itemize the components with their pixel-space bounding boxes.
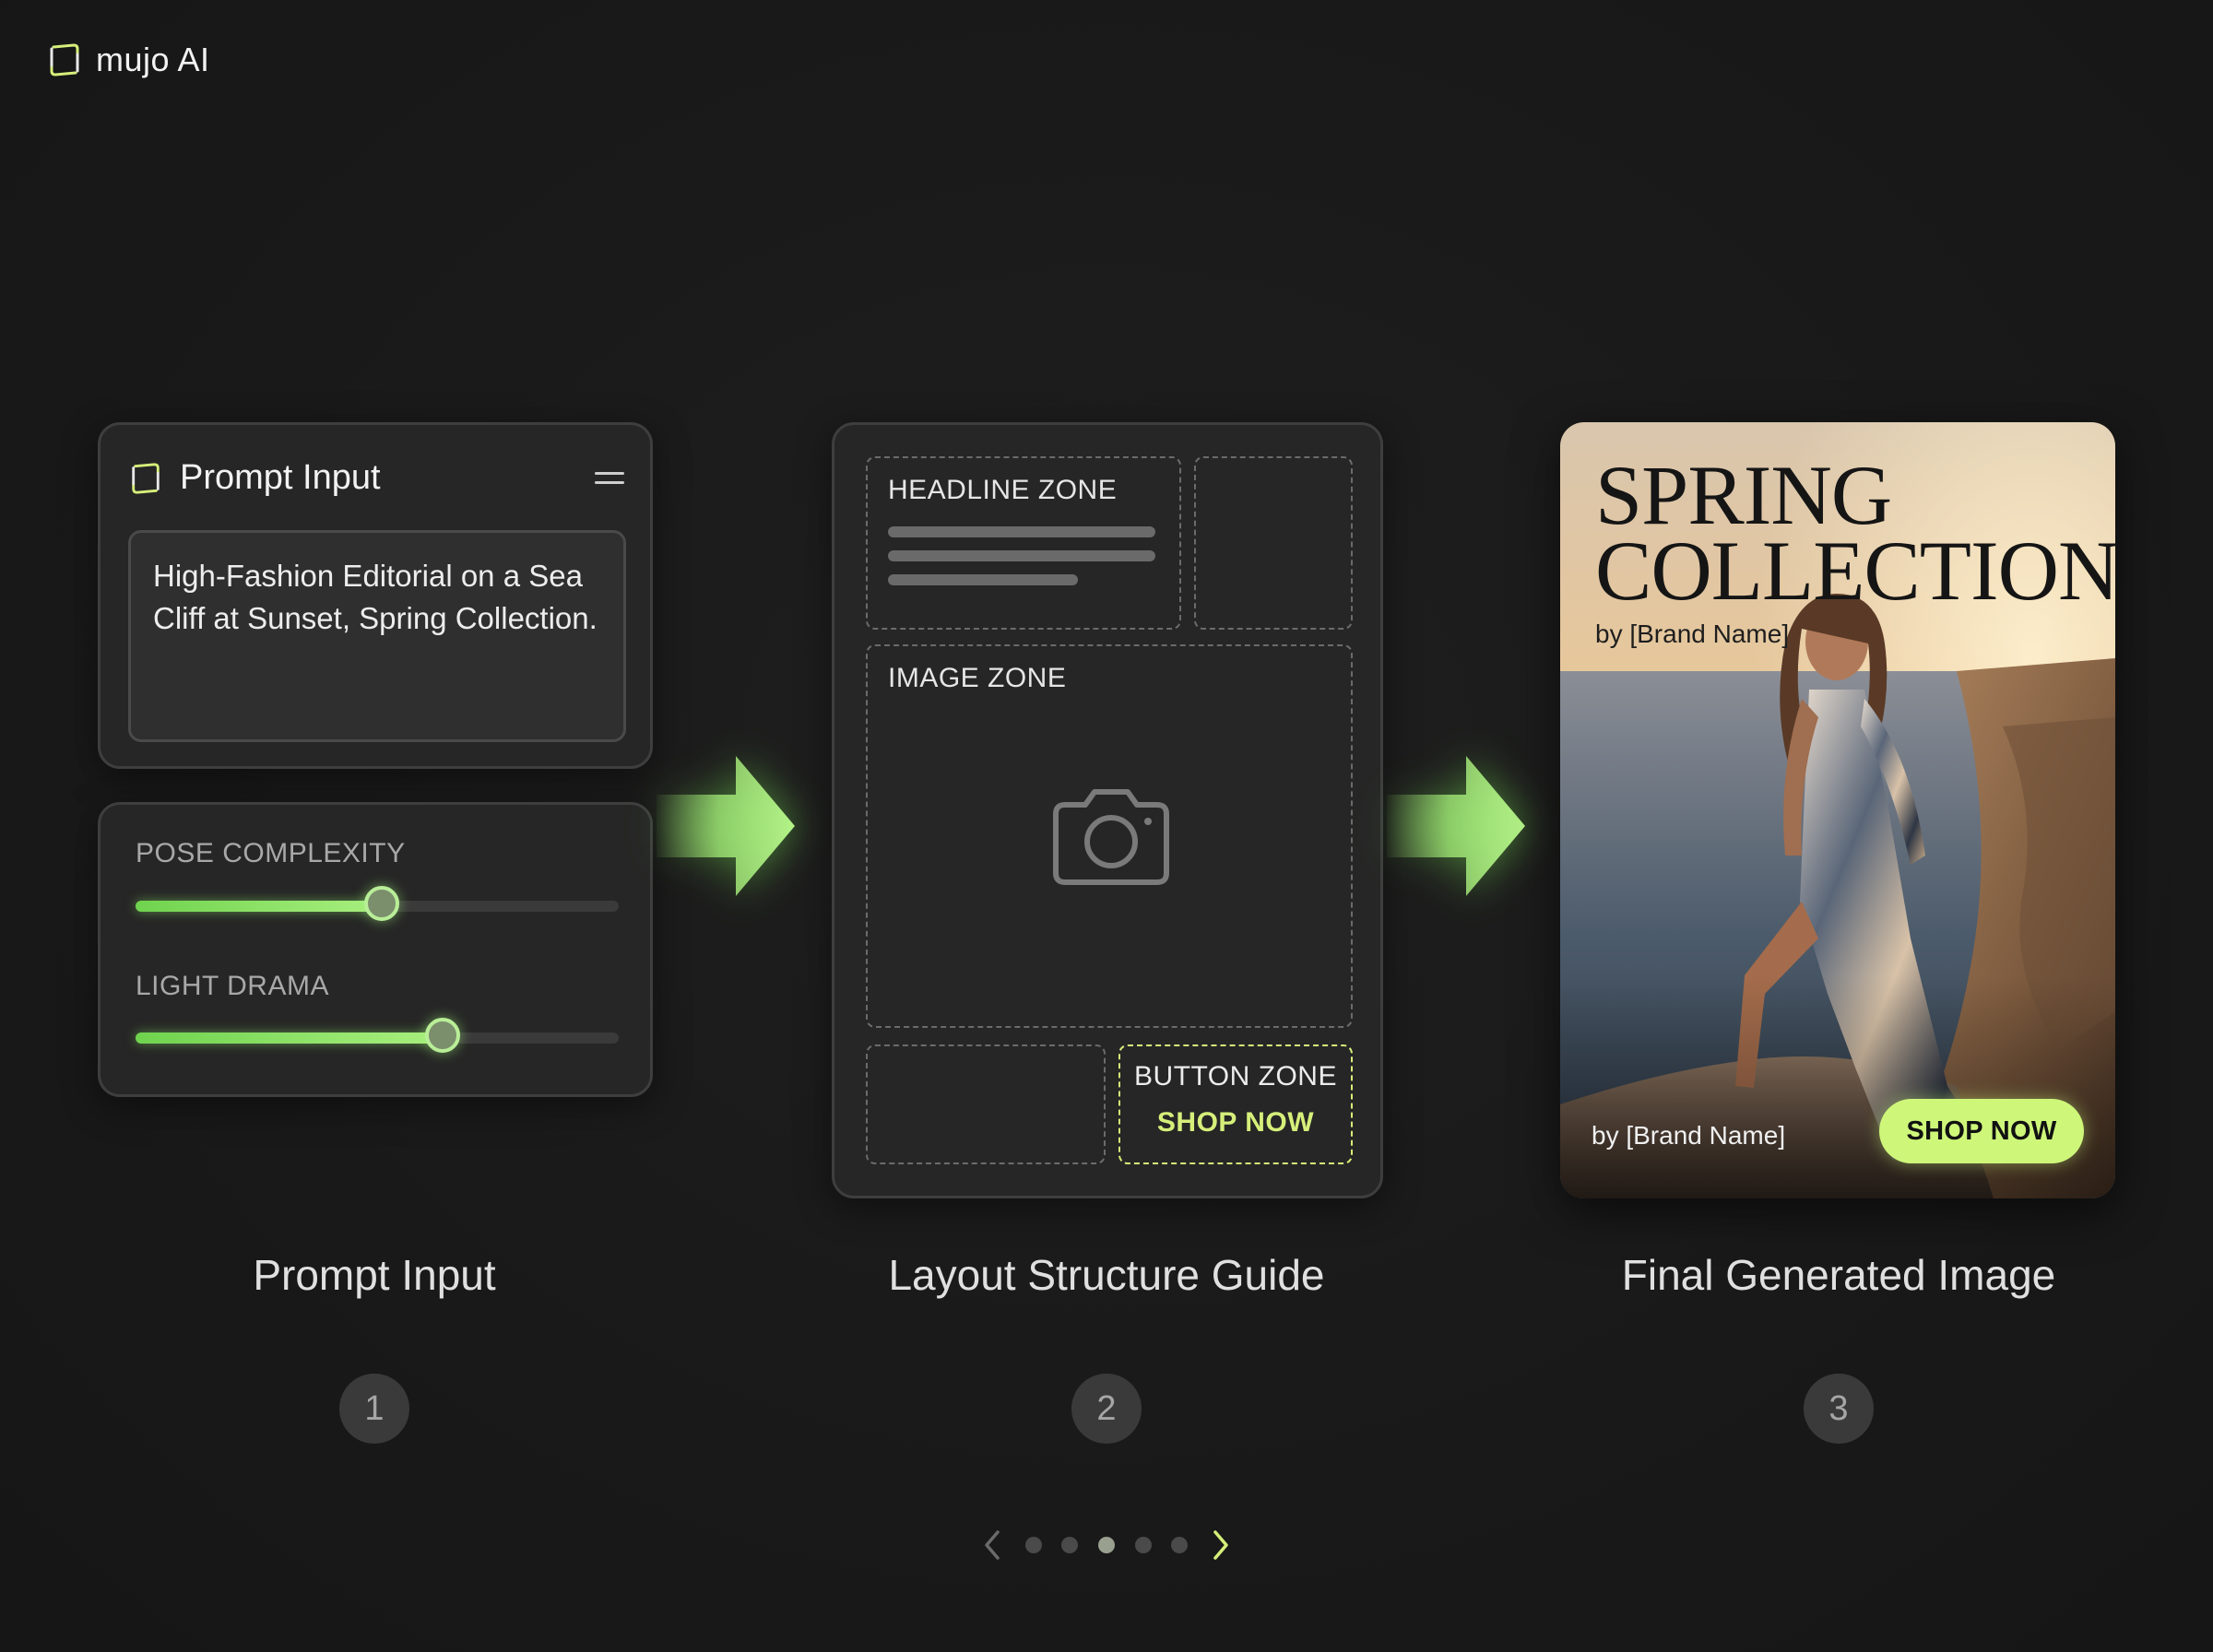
pose-complexity-thumb[interactable]	[364, 886, 400, 921]
chevron-right-icon[interactable]	[1208, 1528, 1234, 1562]
image-zone-label: IMAGE ZONE	[888, 663, 1067, 693]
prompt-panel-title: Prompt Input	[180, 458, 381, 497]
final-headline: SPRING COLLECTION	[1595, 448, 2115, 618]
pager-dot[interactable]	[1024, 1537, 1042, 1553]
side-zone	[1194, 456, 1353, 630]
prompt-input-panel: Prompt Input High-Fashion Editorial on a…	[98, 422, 653, 769]
final-headline-line1: SPRING	[1595, 448, 1892, 542]
step-badge-3: 3	[1804, 1374, 1874, 1444]
shop-now-button[interactable]: SHOP NOW	[1879, 1099, 2084, 1163]
light-drama-thumb[interactable]	[425, 1018, 461, 1053]
headline-zone-label: HEADLINE ZONE	[888, 475, 1118, 505]
brand-name: mujo AI	[96, 41, 210, 78]
final-generated-image: SPRING COLLECTION by [Brand Name] by [Br…	[1560, 422, 2115, 1198]
button-zone: BUTTON ZONE SHOP NOW	[1118, 1044, 1353, 1164]
square-bracket-logo-icon	[50, 43, 79, 77]
button-zone-label: BUTTON ZONE	[1134, 1061, 1337, 1092]
prompt-panel-header: Prompt Input	[128, 458, 624, 498]
hamburger-icon[interactable]	[595, 469, 624, 488]
pager-dot[interactable]	[1171, 1537, 1189, 1553]
pose-complexity-fill	[136, 901, 383, 912]
carousel-pager	[979, 1527, 1234, 1564]
pager-dot[interactable]	[1061, 1537, 1079, 1553]
headline-placeholder-line	[888, 550, 1155, 561]
final-headline-line2: COLLECTION	[1595, 524, 2115, 618]
final-brand-top: by [Brand Name]	[1595, 620, 1790, 648]
pose-complexity-label: POSE COMPLEXITY	[136, 838, 406, 868]
headline-placeholder-line	[888, 526, 1155, 537]
page: mujo AI Prompt Input High-Fashion Editor…	[0, 0, 2213, 1652]
step-badge-2: 2	[1071, 1374, 1142, 1444]
pose-complexity-slider[interactable]	[136, 886, 619, 921]
image-zone: IMAGE ZONE	[866, 644, 1353, 1028]
prompt-text-field[interactable]: High-Fashion Editorial on a Sea Cliff at…	[128, 530, 626, 742]
headline-zone: HEADLINE ZONE	[866, 456, 1181, 630]
camera-icon	[1053, 789, 1169, 885]
chevron-left-icon[interactable]	[979, 1528, 1005, 1562]
step-caption-prompt: Prompt Input	[253, 1251, 496, 1299]
headline-placeholder-line	[888, 574, 1078, 585]
light-drama-fill	[136, 1032, 444, 1044]
brand[interactable]: mujo AI	[46, 41, 210, 79]
flow-arrow-icon	[1387, 756, 1525, 896]
final-brand-bottom: by [Brand Name]	[1592, 1121, 1786, 1150]
step-badge-1: 1	[339, 1374, 409, 1444]
step-caption-final: Final Generated Image	[1621, 1251, 2056, 1299]
light-drama-slider[interactable]	[136, 1018, 619, 1053]
flow-arrow-icon	[657, 756, 795, 896]
step-caption-layout: Layout Structure Guide	[888, 1251, 1325, 1299]
pager-dot[interactable]	[1097, 1537, 1115, 1553]
square-bracket-logo-icon	[132, 462, 160, 494]
pager-dot[interactable]	[1134, 1537, 1152, 1553]
sliders-panel: POSE COMPLEXITY LIGHT DRAMA	[98, 802, 653, 1097]
button-zone-shop-now: SHOP NOW	[1156, 1107, 1315, 1138]
layout-structure-panel: HEADLINE ZONE IMAGE ZONE BUTTON ZONE SHO…	[832, 422, 1383, 1198]
light-drama-label: LIGHT DRAMA	[136, 971, 329, 1001]
footer-zone	[866, 1044, 1106, 1164]
